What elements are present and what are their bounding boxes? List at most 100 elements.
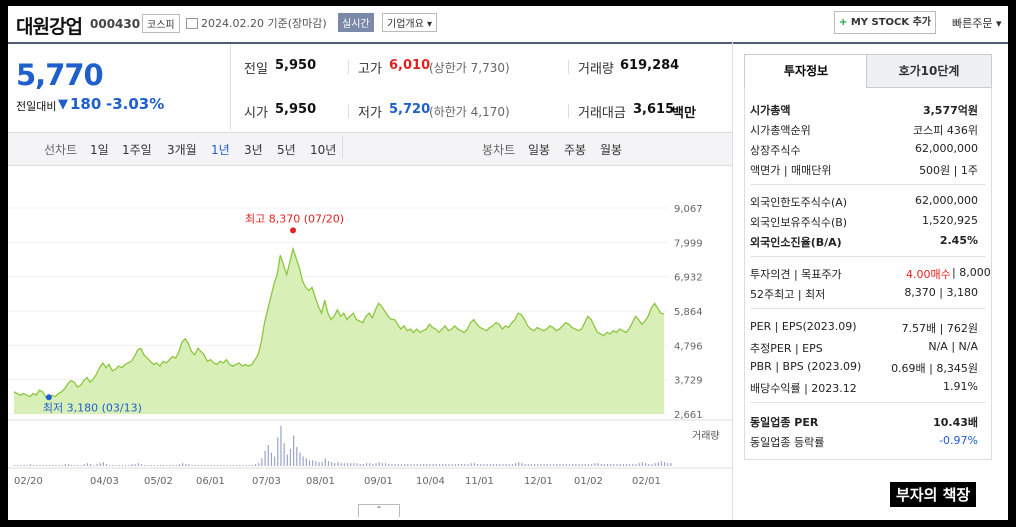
volume-bar (448, 464, 450, 466)
volume-bar (213, 465, 215, 466)
volume-bar (216, 465, 219, 466)
info-value: 코스피 436위 (913, 124, 978, 137)
volume-bar (578, 464, 580, 466)
max-point (290, 227, 297, 234)
candle-weekly[interactable]: 주봉 (564, 141, 586, 158)
volume-bar (318, 462, 320, 466)
volume-bar (36, 465, 38, 466)
volume-bar (105, 464, 108, 466)
volume-bar (423, 464, 425, 466)
info-value: -0.97% (939, 434, 978, 447)
volume-bar (305, 458, 307, 466)
volume-bar (559, 464, 561, 466)
volume-bar (473, 463, 475, 466)
info-value: 3,577억원 (922, 104, 978, 117)
period-3m[interactable]: 3개월 (167, 141, 197, 158)
volume-bar (530, 464, 533, 466)
volume-bar (416, 464, 418, 466)
quick-order-menu[interactable]: 빠른주문 ▾ (952, 15, 1002, 31)
volume-bar (144, 465, 146, 466)
volume-bar (413, 464, 415, 466)
max-label: 최고 8,370 (07/20) (245, 212, 344, 225)
volume-bar (315, 461, 317, 466)
period-3y[interactable]: 3년 (244, 141, 263, 158)
volume-bar (26, 465, 28, 466)
volume-bar (587, 464, 590, 466)
info-value: 8,370 | 3,180 (904, 286, 978, 299)
volume-bar (280, 426, 282, 466)
volume-bar (185, 464, 187, 466)
volume-bar (220, 465, 222, 466)
chevron-down-icon: ▾ (995, 17, 1002, 30)
volume-bar (553, 464, 555, 466)
volume-bar (543, 464, 545, 466)
tab-orderbook[interactable]: 호가10단계 (866, 54, 992, 88)
volume-bar (549, 464, 552, 466)
info-value: 10.43배 (933, 416, 978, 429)
volume-bar (625, 464, 628, 466)
volume-bar (334, 463, 336, 466)
volume-bar (426, 464, 428, 466)
period-5y[interactable]: 5년 (277, 141, 296, 158)
x-tick-label: 09/01 (364, 476, 393, 487)
period-1d[interactable]: 1일 (90, 141, 109, 158)
period-1w[interactable]: 1주일 (122, 141, 152, 158)
stock-page: { "header": { "company_name": "대원강업", "c… (8, 6, 1008, 520)
volume-bar (67, 464, 70, 466)
volume-bar (52, 465, 54, 466)
candle-daily[interactable]: 일봉 (528, 141, 550, 158)
info-label: 시가총액순위 (750, 124, 811, 137)
info-value: 0.69배 | 8,345원 (891, 362, 978, 375)
lower-limit: (하한가 4,170) (429, 105, 510, 119)
volume-bar (660, 461, 663, 466)
live-button[interactable]: 실시간 (338, 13, 374, 32)
tab-invest-info[interactable]: 투자정보 (744, 54, 868, 87)
volume-bar (461, 464, 463, 466)
volume-bar (454, 464, 456, 466)
volume-bar (42, 465, 44, 466)
prev-label: 전일 (244, 62, 268, 77)
high-label: 고가 (358, 62, 382, 77)
corp-info-dropdown[interactable]: 기업개요 ▾ (382, 13, 438, 32)
info-label: 외국인한도주식수(A) (750, 196, 848, 209)
info-label: 투자의견 | 목표주가 (750, 268, 842, 281)
info-label: 동일업종 등락률 (750, 436, 825, 449)
period-10y[interactable]: 10년 (310, 141, 336, 158)
volume-bar (96, 464, 98, 466)
change-percent: -3.03% (106, 95, 165, 113)
volume-bar (296, 446, 298, 466)
volume-bar (613, 464, 615, 466)
volume-bar (17, 465, 19, 466)
collapse-handle[interactable]: ⌃ (358, 504, 400, 517)
volume-bar (267, 445, 269, 466)
price-chart[interactable]: 9,067 7,999 6,932 5,864 4,796 3,729 2,661 02/2… (8, 166, 732, 506)
volume-bar (495, 464, 498, 466)
volume-bar (356, 463, 358, 466)
volume-bar (353, 463, 355, 466)
x-tick-label: 08/01 (306, 476, 335, 487)
candle-monthly[interactable]: 월봉 (600, 141, 622, 158)
volume-bar (178, 464, 181, 466)
volume-bar (600, 464, 602, 466)
volume-label: 거래량 (692, 430, 720, 442)
volume-bar (20, 465, 22, 466)
volume-bar (467, 464, 469, 466)
volume-bar (470, 463, 472, 466)
watermark: 부자의 책장 (890, 482, 977, 507)
volume-bar (527, 464, 529, 466)
volume-bar (169, 465, 171, 466)
current-price: 5,770 (16, 58, 104, 92)
volume-bar (48, 465, 51, 466)
x-tick-label: 10/04 (416, 476, 445, 487)
volume-bar (232, 465, 234, 466)
info-value: 1.91% (943, 380, 978, 393)
volume-bar (591, 464, 593, 466)
mystock-add-button[interactable]: + MY STOCK 추가 (834, 11, 936, 34)
volume-bar (23, 465, 25, 466)
volume-bar (302, 456, 304, 466)
info-value: 62,000,000 (915, 194, 978, 207)
volume-bar (204, 465, 206, 466)
volume-bar (505, 464, 507, 466)
period-1y[interactable]: 1년 (211, 141, 230, 158)
volume-bar (90, 464, 92, 466)
